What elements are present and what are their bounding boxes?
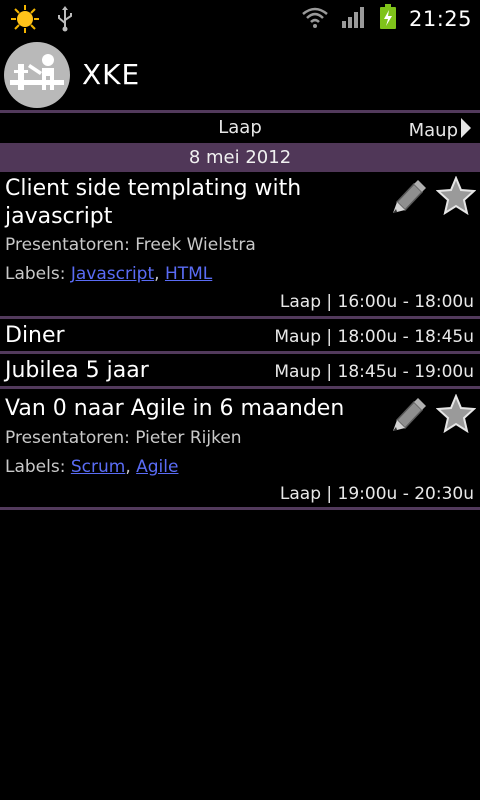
date-header: 8 mei 2012 [0,143,480,172]
weather-sun-icon [10,4,40,38]
session-presenters: Presentatoren: Pieter Rijken [5,428,242,448]
pencil-icon[interactable] [388,394,428,438]
labels-prefix: Labels: [5,264,66,284]
app-logo-icon[interactable] [4,42,70,108]
clock: 21:25 [408,7,472,31]
next-room-label: Maup [408,120,458,141]
session-item[interactable]: Van 0 naar Agile in 6 maanden Presentato… [0,390,480,507]
star-icon[interactable] [435,393,477,438]
battery-charging-icon [379,4,397,34]
labels-prefix: Labels: [5,457,66,477]
session-title: Client side templating with [5,176,302,201]
session-meta: Maup | 18:45u - 19:00u [274,362,474,382]
signal-icon [341,5,367,33]
session-item[interactable]: Client side templating with javascript P… [0,172,480,316]
session-labels: Labels: Scrum, Agile [5,457,179,477]
session-meta: Maup | 18:00u - 18:45u [274,327,474,347]
session-labels: Labels: Javascript, HTML [5,264,213,284]
label-link[interactable]: Javascript [71,264,154,284]
label-link[interactable]: Agile [136,457,178,477]
session-title-continued: javascript [5,204,113,229]
room-navigation: Laap Maup [0,113,480,143]
chevron-right-icon [460,117,472,144]
divider [0,316,480,319]
star-icon[interactable] [435,175,477,220]
app-title: XKE [82,58,141,91]
pencil-icon[interactable] [388,176,428,220]
label-link[interactable]: HTML [165,264,212,284]
session-title: Van 0 naar Agile in 6 maanden [5,396,345,421]
status-bar: 21:25 [0,0,480,38]
next-room-button[interactable]: Maup [409,117,472,144]
session-title: Jubilea 5 jaar [5,358,149,383]
usb-icon [56,6,74,36]
session-item[interactable]: Diner Maup | 18:00u - 18:45u [0,320,480,351]
divider [0,351,480,354]
divider [0,507,480,510]
session-presenters: Presentatoren: Freek Wielstra [5,235,256,255]
session-item[interactable]: Jubilea 5 jaar Maup | 18:45u - 19:00u [0,355,480,386]
label-link[interactable]: Scrum [71,457,125,477]
session-meta: Laap | 19:00u - 20:30u [279,484,474,504]
session-title: Diner [5,323,65,348]
action-bar: XKE [0,38,480,110]
wifi-icon [301,5,329,33]
session-meta: Laap | 16:00u - 18:00u [279,292,474,312]
divider [0,386,480,389]
